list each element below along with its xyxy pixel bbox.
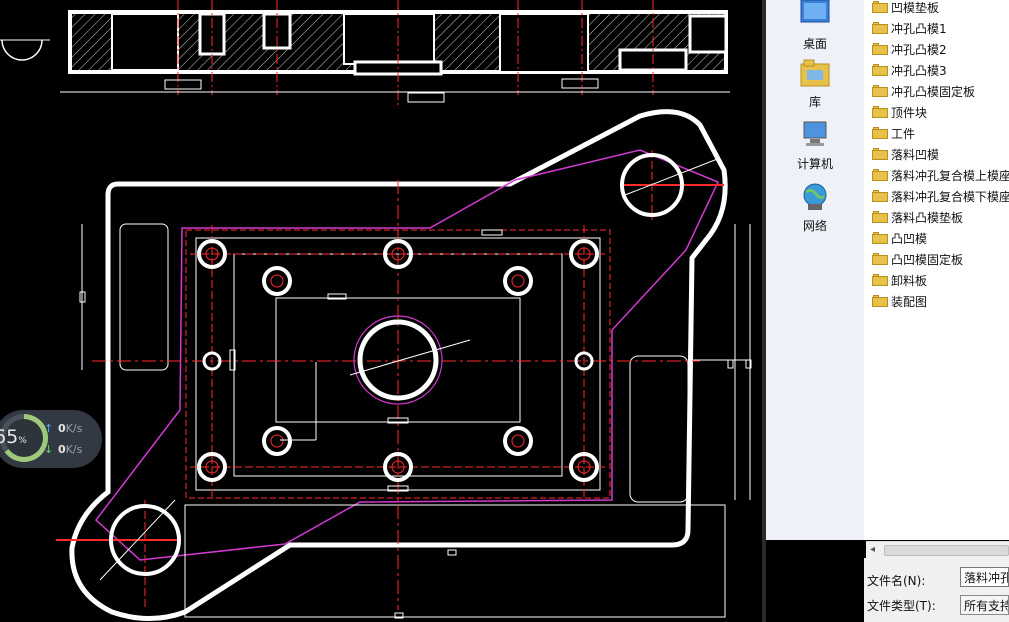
folder-icon — [872, 169, 888, 181]
desktop-icon — [800, 0, 830, 23]
filetype-select[interactable]: 所有支持 — [960, 595, 1009, 615]
scrollbar-thumb[interactable] — [884, 545, 1009, 556]
list-item[interactable]: 凸凹模 — [872, 228, 927, 248]
folder-icon — [872, 22, 888, 34]
list-item[interactable]: 顶件块 — [872, 102, 927, 122]
upload-arrow-icon: ↑ — [44, 422, 54, 435]
list-item[interactable]: 冲孔凸模3 — [872, 60, 947, 80]
section-view — [0, 0, 730, 105]
cad-drawing-area[interactable]: 65% ↑ 0K/s ↓ 0K/s — [0, 0, 762, 622]
holes — [109, 153, 684, 576]
list-item[interactable]: 凹模垫板 — [872, 0, 939, 17]
cad-drawing[interactable] — [0, 0, 762, 622]
list-item[interactable]: 凸凹模固定板 — [872, 249, 963, 269]
file-list[interactable]: 凹模垫板 冲孔凸模1 冲孔凸模2 冲孔凸模3 冲孔凸模固定板 顶件块 工件 落料… — [864, 0, 1009, 540]
list-item[interactable]: 冲孔凸模2 — [872, 39, 947, 59]
list-item[interactable]: 落料冲孔复合模上模座 — [872, 165, 1009, 185]
download-rate: ↓ 0K/s — [44, 443, 83, 456]
plate-outline — [69, 109, 751, 621]
scroll-left-icon[interactable]: ◂ — [870, 544, 875, 555]
filename-label: 文件名(N): — [867, 574, 926, 588]
folder-icon — [872, 106, 888, 118]
list-item[interactable]: 冲孔凸模固定板 — [872, 81, 975, 101]
folder-icon — [872, 211, 888, 223]
place-network[interactable]: 网络 — [766, 182, 864, 234]
computer-icon — [803, 121, 827, 146]
folder-icon — [872, 274, 888, 286]
folder-icon — [872, 85, 888, 97]
folder-icon — [872, 127, 888, 139]
list-item[interactable]: 落料冲孔复合模下模座 — [872, 186, 1009, 206]
folder-icon — [872, 190, 888, 202]
horizontal-scrollbar[interactable]: ◂ — [866, 541, 1009, 559]
usage-percent: 65% — [0, 426, 27, 448]
folder-icon — [872, 295, 888, 307]
place-library[interactable]: 库 — [766, 58, 864, 110]
folder-icon — [872, 148, 888, 160]
network-icon — [803, 183, 827, 210]
filename-input[interactable]: 落料冲孔 — [960, 567, 1009, 587]
places-bar: 桌面 库 计算机 网络 — [766, 0, 864, 540]
folder-icon — [872, 232, 888, 244]
folder-icon — [872, 1, 888, 13]
list-item[interactable]: 冲孔凸模1 — [872, 18, 947, 38]
place-computer[interactable]: 计算机 — [766, 120, 864, 172]
network-speed-widget[interactable]: 65% ↑ 0K/s ↓ 0K/s — [0, 410, 102, 468]
folder-icon — [872, 64, 888, 76]
folder-icon — [872, 253, 888, 265]
folder-icon — [872, 43, 888, 55]
list-item[interactable]: 工件 — [872, 123, 915, 143]
list-item[interactable]: 卸料板 — [872, 270, 927, 290]
centerlines — [56, 150, 724, 610]
place-desktop[interactable]: 桌面 — [766, 0, 864, 52]
save-form: 文件名(N): 落料冲孔 文件类型(T): 所有支持 — [864, 558, 1009, 622]
filetype-label: 文件类型(T): — [867, 599, 936, 613]
upload-rate: ↑ 0K/s — [44, 422, 83, 435]
download-arrow-icon: ↓ — [44, 443, 54, 456]
list-item[interactable]: 落料凸模垫板 — [872, 207, 963, 227]
library-icon — [800, 59, 830, 87]
list-item[interactable]: 装配图 — [872, 291, 927, 311]
list-item[interactable]: 落料凹模 — [872, 144, 939, 164]
